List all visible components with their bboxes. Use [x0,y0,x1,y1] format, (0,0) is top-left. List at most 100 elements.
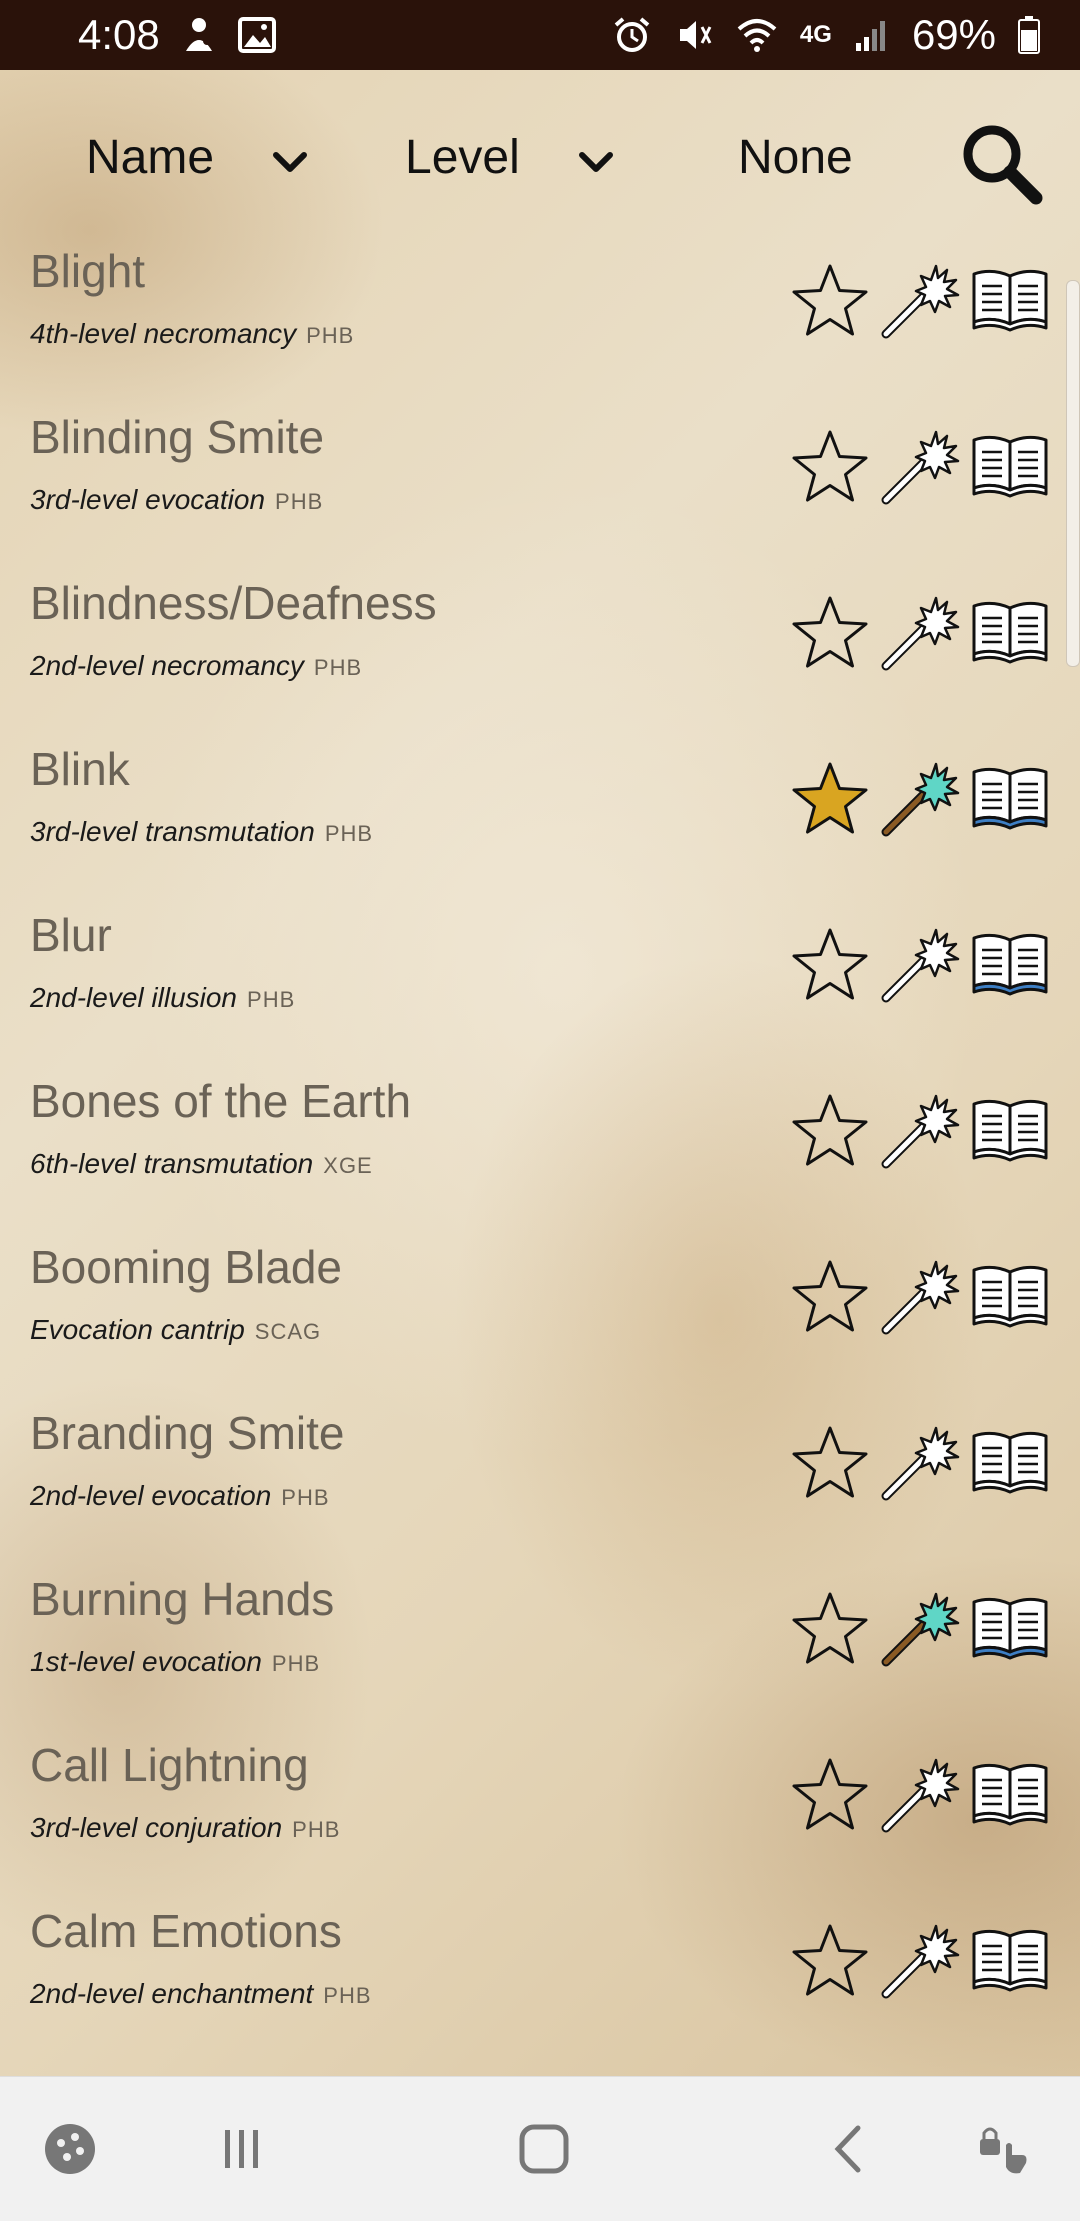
sort2-dropdown[interactable]: Level [405,130,614,185]
spell-description: 3rd-level transmutation PHB [30,816,373,848]
spell-level-school: Evocation cantrip [30,1314,245,1345]
mute-icon [674,15,714,55]
known-book-icon[interactable] [970,758,1050,838]
spell-source: PHB [281,1485,330,1510]
wifi-icon [736,15,778,55]
spell-description: 3rd-level evocation PHB [30,484,323,516]
signal-icon [854,17,890,53]
spell-name: Calm Emotions [30,1905,342,1957]
spell-source: PHB [324,821,374,846]
sort1-label: Name [86,131,215,184]
spell-row[interactable]: Blindness/Deafness 2nd-level necromancy P… [0,572,1080,738]
alarm-icon [612,15,652,55]
chevron-down-icon [272,130,308,185]
favorite-star-icon[interactable] [790,1920,870,2000]
spell-row[interactable]: Blight 4th-level necromancy PHB [0,240,1080,406]
spell-row[interactable]: Burning Hands 1st-level evocation PHB [0,1568,1080,1734]
game-launcher-button[interactable] [40,2119,100,2179]
known-book-icon[interactable] [970,1256,1050,1336]
known-book-icon[interactable] [970,924,1050,1004]
prepared-wand-icon[interactable] [880,1090,960,1170]
spell-source: PHB [271,1651,321,1676]
gallery-icon [237,17,276,53]
sort1-dropdown[interactable]: Name [86,130,308,185]
spell-description: Evocation cantrip SCAG [30,1314,321,1346]
favorite-star-icon[interactable] [790,1754,870,1834]
prepared-wand-icon[interactable] [880,592,960,672]
chevron-down-icon [578,130,614,185]
spell-name: Blight [30,245,146,297]
spell-row[interactable]: Branding Smite 2nd-level evocation PHB [0,1402,1080,1568]
known-book-icon[interactable] [970,1920,1050,2000]
navigation-bar [0,2076,1080,2221]
known-book-icon[interactable] [970,1588,1050,1668]
prepared-wand-icon[interactable] [880,1422,960,1502]
spell-source: XGE [323,1153,373,1178]
back-button[interactable] [818,2119,878,2179]
spell-actions [790,592,1050,672]
known-book-icon[interactable] [970,1422,1050,1502]
favorite-star-icon[interactable] [790,1256,870,1336]
spell-name: Blindness/Deafness [30,577,437,629]
spell-source: PHB [247,987,296,1012]
prepared-wand-icon[interactable] [880,260,960,340]
prepared-wand-icon[interactable] [880,426,960,506]
spell-row[interactable]: Blur 2nd-level illusion PHB [0,904,1080,1070]
favorite-star-icon[interactable] [790,758,870,838]
spell-level-school: 4th-level necromancy [30,318,297,349]
spell-level-school: 3rd-level conjuration [30,1812,283,1843]
spell-actions [790,758,1050,838]
spell-level-school: 1st-level evocation [30,1646,262,1677]
prepared-wand-icon[interactable] [880,1754,960,1834]
spell-description: 1st-level evocation PHB [30,1646,320,1678]
known-book-icon[interactable] [970,260,1050,340]
spell-level-school: 2nd-level necromancy [30,650,304,681]
home-icon [519,2124,569,2174]
favorite-star-icon[interactable] [790,426,870,506]
search-button[interactable] [956,118,1046,208]
known-book-icon[interactable] [970,426,1050,506]
recent-apps-button[interactable] [212,2119,272,2179]
scrollbar-thumb[interactable] [1066,280,1080,667]
spell-actions [790,924,1050,1004]
back-icon [834,2125,861,2173]
filter-label: None [738,131,853,184]
spell-list[interactable]: Blight 4th-level necromancy PHB Blinding … [0,240,1080,2066]
prepared-wand-icon[interactable] [880,1588,960,1668]
spell-row[interactable]: Call Lightning 3rd-level conjuration PHB [0,1734,1080,1900]
spell-source: PHB [323,1983,372,2008]
spell-name: Blinding Smite [30,411,325,463]
favorite-star-icon[interactable] [790,1588,870,1668]
search-icon [963,125,1043,205]
touch-lock-icon [980,2127,1027,2174]
prepared-wand-icon[interactable] [880,1256,960,1336]
spell-actions [790,1090,1050,1170]
filter-selector[interactable]: None [738,130,853,185]
spell-row[interactable]: Blink 3rd-level transmutation PHB [0,738,1080,904]
spell-row[interactable]: Booming Blade Evocation cantrip SCAG [0,1236,1080,1402]
touch-lock-button[interactable] [976,2119,1036,2179]
favorite-star-icon[interactable] [790,924,870,1004]
spell-source: PHB [306,323,355,348]
spell-row[interactable]: Blinding Smite 3rd-level evocation PHB [0,406,1080,572]
spell-level-school: 6th-level transmutation [30,1148,314,1179]
favorite-star-icon[interactable] [790,592,870,672]
spell-description: 3rd-level conjuration PHB [30,1812,340,1844]
spell-row[interactable]: Calm Emotions 2nd-level enchantment PHB [0,1900,1080,2066]
prepared-wand-icon[interactable] [880,758,960,838]
favorite-star-icon[interactable] [790,1422,870,1502]
favorite-star-icon[interactable] [790,260,870,340]
home-button[interactable] [514,2119,574,2179]
known-book-icon[interactable] [970,592,1050,672]
spell-actions [790,1256,1050,1336]
spell-name: Branding Smite [30,1407,345,1459]
known-book-icon[interactable] [970,1090,1050,1170]
favorite-star-icon[interactable] [790,1090,870,1170]
known-book-icon[interactable] [970,1754,1050,1834]
spell-level-school: 3rd-level evocation [30,484,266,515]
spell-level-school: 3rd-level transmutation [30,816,315,847]
prepared-wand-icon[interactable] [880,1920,960,2000]
spell-description: 2nd-level necromancy PHB [30,650,362,682]
prepared-wand-icon[interactable] [880,924,960,1004]
spell-row[interactable]: Bones of the Earth 6th-level transmutati… [0,1070,1080,1236]
